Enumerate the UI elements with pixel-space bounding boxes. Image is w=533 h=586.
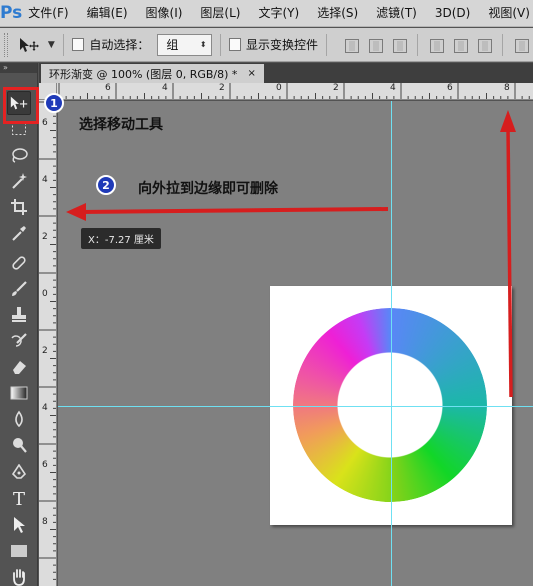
gradient-tool-icon[interactable] (7, 381, 31, 405)
crop-tool-icon[interactable] (7, 195, 31, 219)
options-grip[interactable] (4, 32, 8, 57)
ruler-label: 2 (42, 232, 48, 242)
divider (62, 33, 64, 56)
ruler-label: 6 (105, 83, 111, 93)
menu-3d[interactable]: 3D(D) (426, 0, 479, 27)
ruler-label: 8 (504, 83, 510, 93)
panel-collapse-icon[interactable]: » (0, 63, 37, 73)
ruler-label: 4 (42, 403, 48, 413)
auto-select-label: 自动选择： (89, 38, 150, 52)
move-tool-icon (19, 37, 39, 52)
align-bottom-icon[interactable] (390, 36, 408, 54)
pen-tool-icon[interactable] (7, 461, 31, 485)
tool-preset-picker[interactable]: ▼ (18, 37, 55, 53)
options-bar: ▼ 自动选择： 组 ⬍ 显示变换控件 (0, 28, 533, 62)
move-tool-highlight (3, 87, 39, 124)
align-vcenter-icon[interactable] (366, 36, 384, 54)
brush-tool-icon[interactable] (7, 277, 31, 301)
coordinate-tooltip: X：-7.27 厘米 (81, 228, 161, 249)
healing-brush-tool-icon[interactable] (7, 251, 31, 275)
auto-select-value: 组 (166, 38, 179, 52)
eyedropper-tool-icon[interactable] (7, 221, 31, 245)
align-left-icon[interactable] (427, 36, 445, 54)
divider (502, 33, 503, 56)
ruler-vertical[interactable]: 6 4 2 0 2 4 6 8 (39, 100, 57, 586)
type-tool-icon[interactable]: T (7, 487, 31, 511)
menu-image[interactable]: 图像(I) (137, 0, 192, 27)
menu-filter[interactable]: 滤镜(T) (367, 0, 426, 27)
guide-vertical[interactable] (391, 101, 392, 586)
ruler-label: 6 (42, 460, 48, 470)
divider (326, 33, 327, 56)
divider (417, 33, 418, 56)
step-1-text: 选择移动工具 (79, 117, 163, 133)
ruler-label: 6 (447, 83, 453, 93)
close-icon[interactable]: × (247, 68, 255, 79)
menu-view[interactable]: 视图(V) (479, 0, 533, 27)
ruler-vertical-ticks (39, 101, 56, 580)
ruler-label: 8 (42, 517, 48, 527)
menu-layer[interactable]: 图层(L) (191, 0, 249, 27)
clone-stamp-tool-icon[interactable] (7, 303, 31, 327)
path-selection-tool-icon[interactable] (7, 513, 31, 537)
align-hcenter-icon[interactable] (451, 36, 469, 54)
align-buttons (339, 33, 533, 56)
ruler-label: 4 (162, 83, 168, 93)
show-transform-checkbox[interactable] (228, 38, 242, 51)
menu-bar: Ps 文件(F) 编辑(E) 图像(I) 图层(L) 文字(Y) 选择(S) 滤… (0, 0, 533, 27)
distribute-top-icon[interactable] (512, 36, 530, 54)
canvas-area[interactable] (58, 101, 533, 586)
hand-tool-icon[interactable] (7, 565, 31, 586)
ruler-label: 6 (42, 118, 48, 128)
align-top-icon[interactable] (342, 36, 360, 54)
step-2-text: 向外拉到边缘即可删除 (138, 181, 278, 197)
menu-file[interactable]: 文件(F) (22, 0, 77, 27)
menu-select[interactable]: 选择(S) (308, 0, 367, 27)
show-transform-label: 显示变换控件 (246, 38, 319, 52)
menu-edit[interactable]: 编辑(E) (78, 0, 137, 27)
photoshop-window: Ps 文件(F) 编辑(E) 图像(I) 图层(L) 文字(Y) 选择(S) 滤… (0, 0, 533, 586)
updown-arrow-icon: ⬍ (199, 40, 207, 49)
ruler-label: 2 (219, 83, 225, 93)
guide-horizontal[interactable] (58, 406, 533, 407)
ruler-label: 2 (333, 83, 339, 93)
chevron-down-icon: ▼ (47, 39, 55, 50)
document-tab[interactable]: 环形渐变 @ 100% (图层 0, RGB/8) * × (41, 64, 264, 83)
blur-tool-icon[interactable] (7, 407, 31, 431)
ruler-label: 4 (42, 175, 48, 185)
step-2-badge: 2 (96, 175, 116, 195)
menu-type[interactable]: 文字(Y) (249, 0, 308, 27)
ruler-horizontal-ticks (58, 83, 530, 99)
rectangle-tool-icon[interactable] (7, 539, 31, 563)
ruler-label: 0 (42, 289, 48, 299)
auto-select-dropdown[interactable]: 组 ⬍ (157, 33, 212, 56)
tools-panel: » T (0, 63, 38, 586)
align-right-icon[interactable] (475, 36, 493, 54)
dodge-tool-icon[interactable] (7, 433, 31, 457)
ruler-horizontal[interactable]: 6 4 2 0 2 4 6 8 (57, 83, 533, 100)
step-1-badge: 1 (44, 93, 64, 113)
magic-wand-tool-icon[interactable] (7, 169, 31, 193)
document-tab-bar: 环形渐变 @ 100% (图层 0, RGB/8) * × (39, 63, 533, 83)
ruler-label: 0 (276, 83, 282, 93)
lasso-tool-icon[interactable] (7, 143, 31, 167)
history-brush-tool-icon[interactable] (7, 329, 31, 353)
ps-logo: Ps (0, 3, 23, 23)
document-tab-title: 环形渐变 @ 100% (图层 0, RGB/8) * (49, 67, 238, 81)
ruler-label: 4 (390, 83, 396, 93)
eraser-tool-icon[interactable] (7, 355, 31, 379)
auto-select-checkbox[interactable] (71, 38, 85, 51)
ruler-label: 2 (42, 346, 48, 356)
divider (219, 33, 221, 56)
color-ring-image (293, 308, 487, 502)
